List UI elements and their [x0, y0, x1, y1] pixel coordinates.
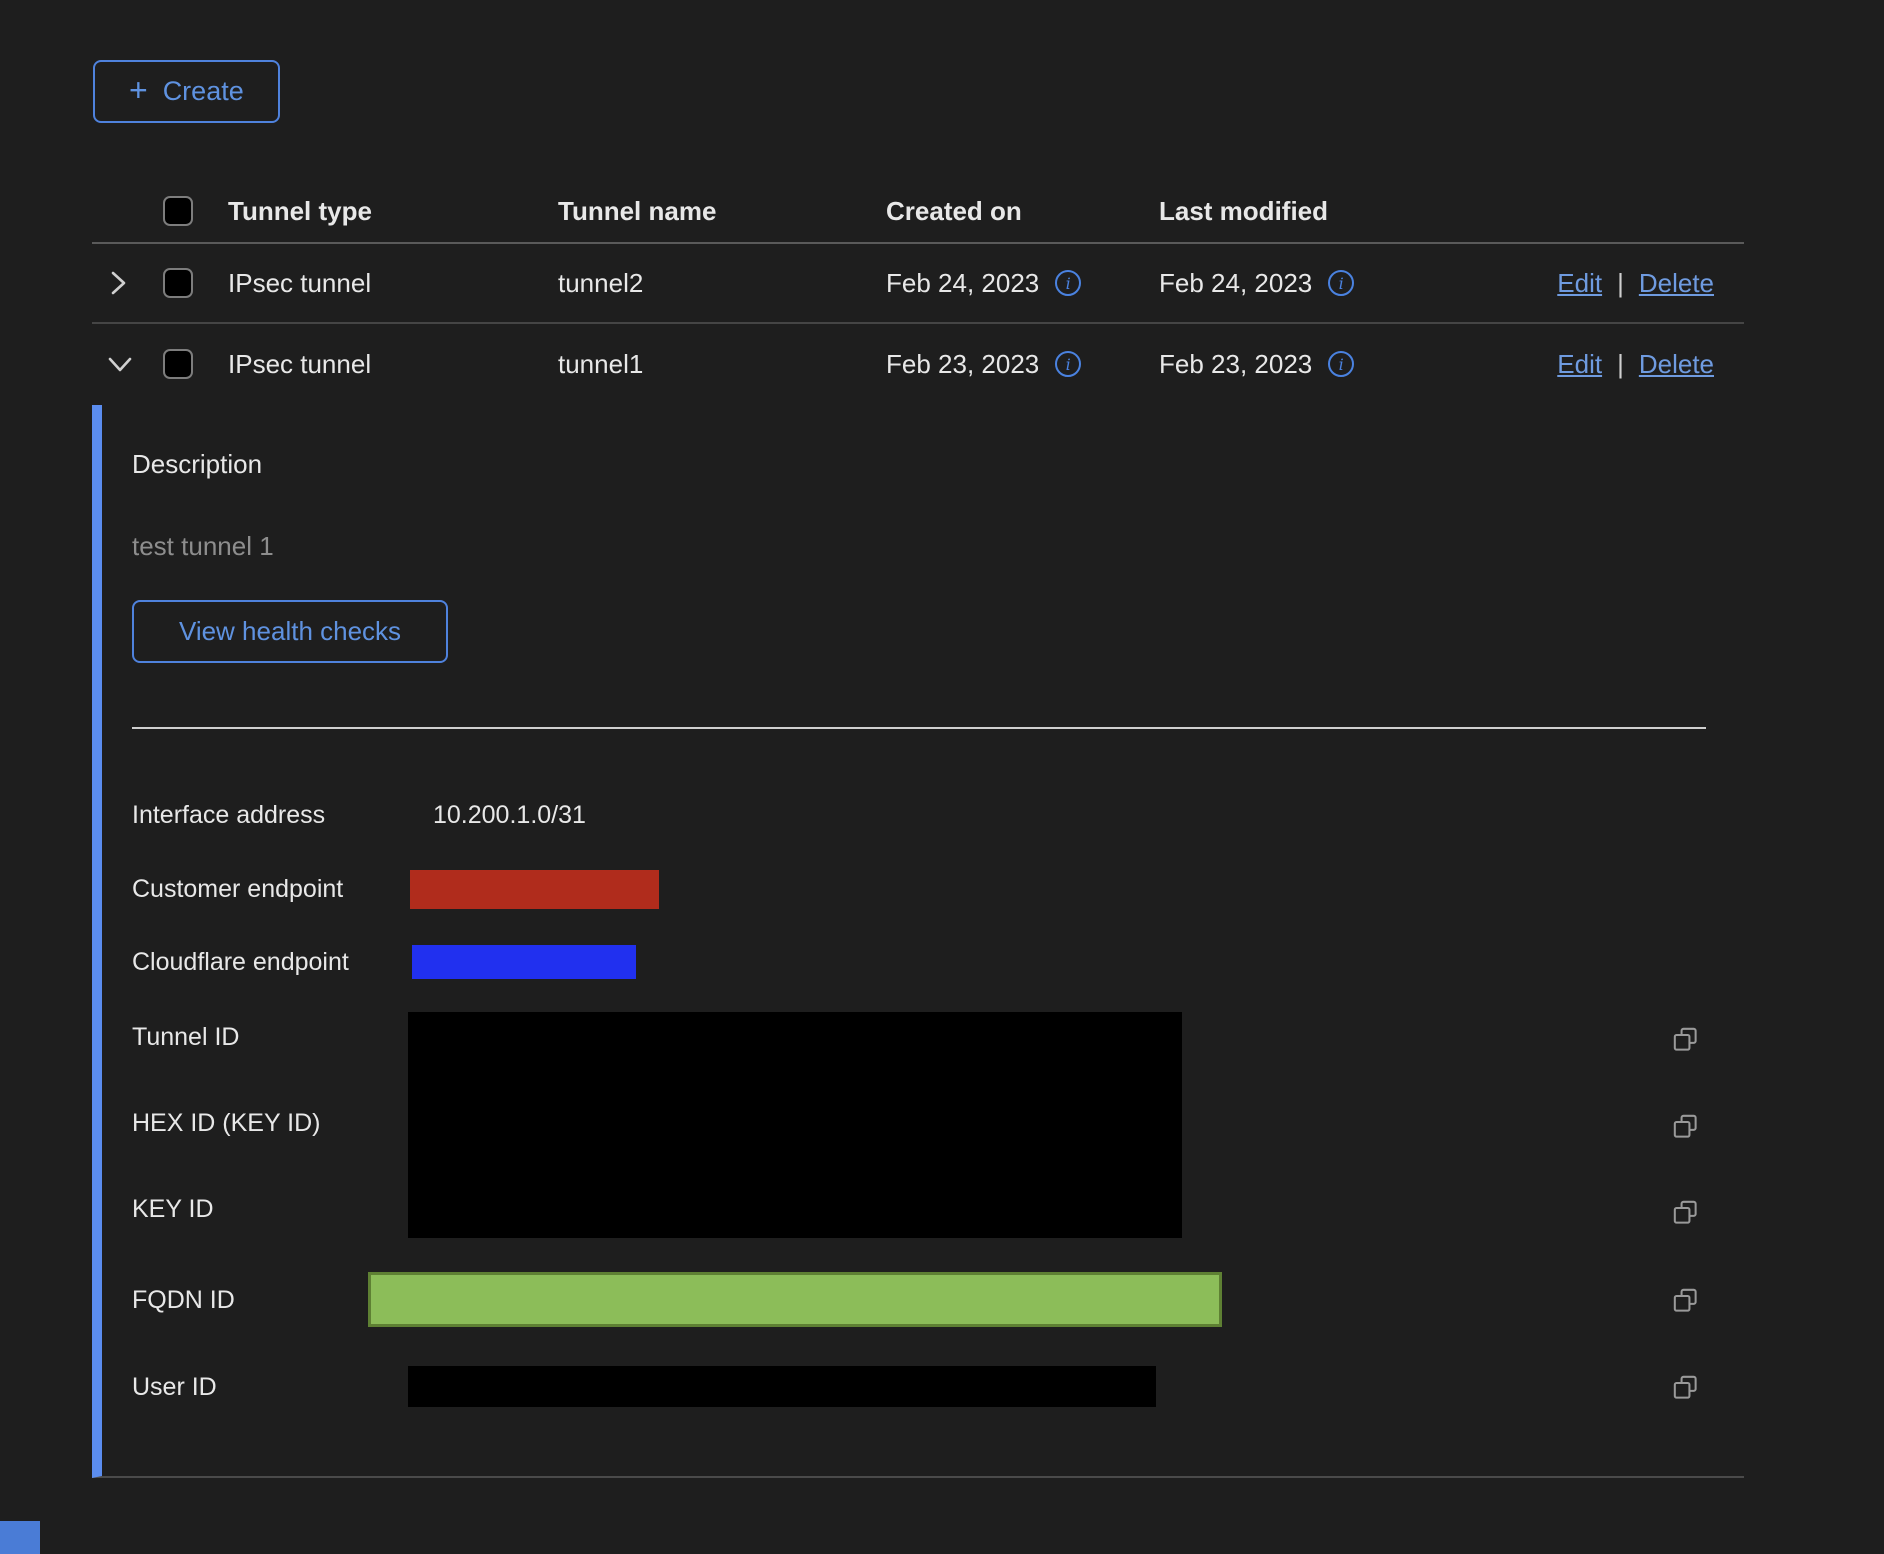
- copy-icon[interactable]: [1672, 1026, 1699, 1053]
- interface-address-value: 10.200.1.0/31: [410, 801, 586, 830]
- header-created-on: Created on: [886, 196, 1159, 227]
- ids-redaction: [408, 1012, 1182, 1238]
- info-icon[interactable]: i: [1055, 351, 1081, 377]
- chevron-down-icon[interactable]: [106, 352, 134, 376]
- user-id-row: User ID: [132, 1366, 1744, 1407]
- header-last-modified: Last modified: [1159, 196, 1440, 227]
- fqdn-id-redaction: [368, 1272, 1222, 1327]
- tunnel-id-label: Tunnel ID: [132, 1021, 239, 1053]
- tunnel-type-cell: IPsec tunnel: [228, 268, 558, 299]
- last-modified-cell: Feb 24, 2023: [1159, 268, 1312, 299]
- create-button-label: Create: [163, 76, 244, 107]
- table-row: IPsec tunnel tunnel1 Feb 23, 2023 i Feb …: [92, 324, 1744, 404]
- description-label: Description: [132, 448, 1744, 480]
- hex-id-label: HEX ID (KEY ID): [132, 1107, 320, 1139]
- cloudflare-endpoint-label: Cloudflare endpoint: [132, 946, 410, 978]
- info-icon[interactable]: i: [1328, 351, 1354, 377]
- description-value: test tunnel 1: [132, 530, 1744, 562]
- created-on-cell: Feb 24, 2023: [886, 268, 1039, 299]
- edit-link[interactable]: Edit: [1557, 268, 1602, 299]
- interface-address-label: Interface address: [132, 799, 410, 831]
- chevron-right-icon[interactable]: [106, 269, 130, 297]
- table-row: IPsec tunnel tunnel2 Feb 24, 2023 i Feb …: [92, 244, 1744, 324]
- actions-separator: |: [1617, 349, 1624, 380]
- key-id-label: KEY ID: [132, 1193, 214, 1225]
- created-on-cell: Feb 23, 2023: [886, 349, 1039, 380]
- last-modified-cell: Feb 23, 2023: [1159, 349, 1312, 380]
- tunnel-type-cell: IPsec tunnel: [228, 349, 558, 380]
- tunnel-name-cell: tunnel2: [558, 268, 886, 299]
- select-all-checkbox[interactable]: [163, 196, 193, 226]
- header-tunnel-name: Tunnel name: [558, 196, 886, 227]
- view-health-checks-button[interactable]: View health checks: [132, 600, 448, 663]
- edit-link[interactable]: Edit: [1557, 349, 1602, 380]
- customer-endpoint-row: Customer endpoint: [132, 869, 1744, 909]
- copy-icon[interactable]: [1672, 1199, 1699, 1226]
- actions-separator: |: [1617, 268, 1624, 299]
- interface-address-row: Interface address 10.200.1.0/31: [132, 795, 1744, 835]
- row-checkbox[interactable]: [163, 268, 193, 298]
- tunnel-table: Tunnel type Tunnel name Created on Last …: [92, 180, 1744, 404]
- customer-endpoint-redaction: [410, 870, 659, 909]
- tunnel-ids-group: Tunnel ID HEX ID (KEY ID) KEY ID: [132, 1012, 1744, 1238]
- delete-link[interactable]: Delete: [1639, 268, 1714, 299]
- copy-icon[interactable]: [1672, 1113, 1699, 1140]
- copy-icon[interactable]: [1672, 1287, 1699, 1314]
- customer-endpoint-label: Customer endpoint: [132, 873, 410, 905]
- user-id-redaction: [408, 1366, 1156, 1407]
- row-checkbox[interactable]: [163, 349, 193, 379]
- info-icon[interactable]: i: [1055, 270, 1081, 296]
- user-id-label: User ID: [132, 1371, 410, 1403]
- tunnel-detail-panel: Description test tunnel 1 View health ch…: [92, 405, 1744, 1478]
- info-icon[interactable]: i: [1328, 270, 1354, 296]
- header-tunnel-type: Tunnel type: [228, 196, 558, 227]
- panel-divider: [132, 727, 1706, 729]
- fqdn-id-row: FQDN ID: [132, 1272, 1744, 1327]
- tunnel-name-cell: tunnel1: [558, 349, 886, 380]
- table-header-row: Tunnel type Tunnel name Created on Last …: [92, 180, 1744, 244]
- create-button[interactable]: + Create: [93, 60, 280, 123]
- copy-icon[interactable]: [1672, 1374, 1699, 1401]
- plus-icon: +: [129, 74, 148, 106]
- cloudflare-endpoint-redaction: [412, 945, 636, 979]
- cut-off-blue-element: [0, 1521, 40, 1554]
- cloudflare-endpoint-row: Cloudflare endpoint: [132, 942, 1744, 982]
- delete-link[interactable]: Delete: [1639, 349, 1714, 380]
